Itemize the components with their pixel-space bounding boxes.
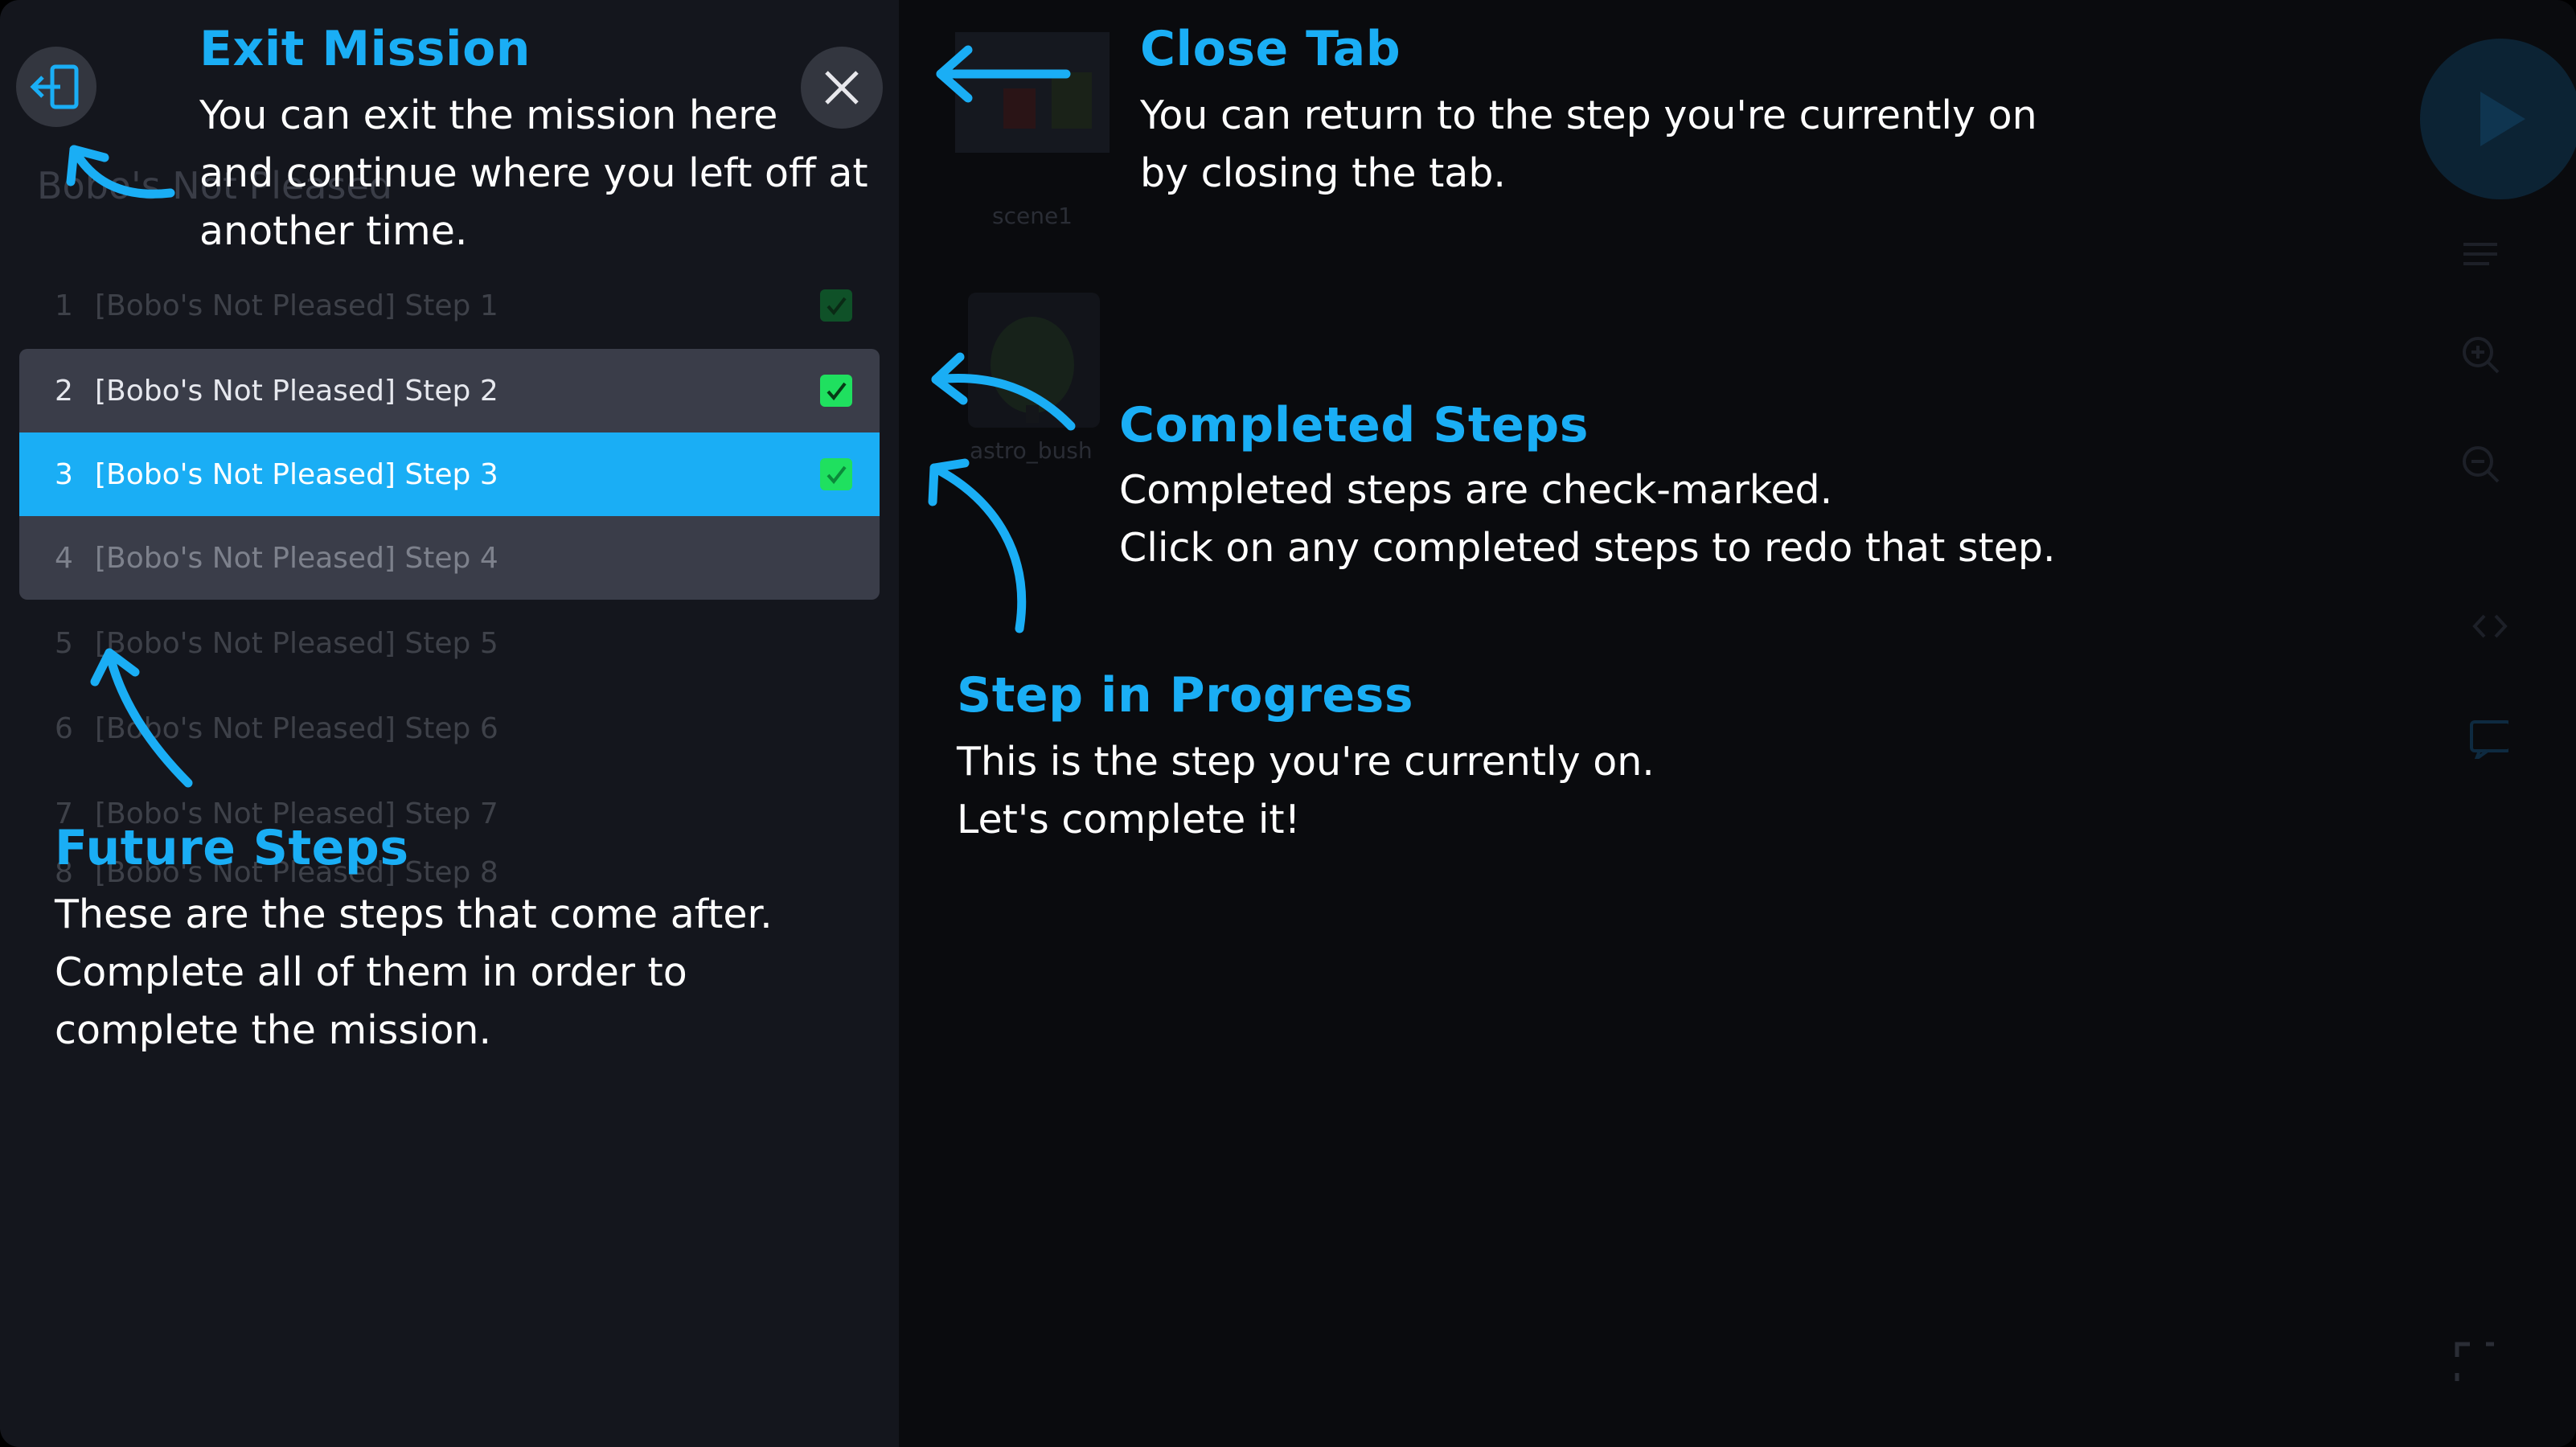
play-button[interactable] bbox=[2420, 39, 2576, 199]
step-in-progress-heading: Step in Progress bbox=[957, 667, 1414, 724]
step-label: [Bobo's Not Pleased] Step 5 bbox=[95, 626, 498, 660]
fullscreen-icon[interactable] bbox=[2454, 1341, 2494, 1381]
text-line: This is the step you're currently on. bbox=[957, 739, 1655, 785]
checkmark-icon bbox=[820, 289, 852, 322]
step-item-3[interactable]: 3 [Bobo's Not Pleased] Step 3 bbox=[19, 432, 880, 516]
progress-arrow bbox=[929, 463, 1027, 633]
close-tab-text: You can return to the step you're curren… bbox=[1140, 87, 2037, 203]
menu-lines-icon[interactable] bbox=[2460, 233, 2500, 273]
step-label: [Bobo's Not Pleased] Step 4 bbox=[95, 541, 498, 575]
step-number: 1 bbox=[55, 289, 73, 322]
step-item-1[interactable]: 1 [Bobo's Not Pleased] Step 1 bbox=[19, 264, 880, 347]
step-number: 6 bbox=[55, 711, 73, 745]
exit-mission-text: You can exit the mission here and contin… bbox=[199, 87, 868, 260]
checkmark-icon bbox=[820, 375, 852, 407]
text-line: Let's complete it! bbox=[957, 797, 1301, 842]
checkmark-icon bbox=[820, 458, 852, 490]
text-line: and continue where you left off at bbox=[199, 150, 868, 196]
step-number: 2 bbox=[55, 374, 73, 408]
text-line: Completed steps are check-marked. bbox=[1119, 467, 1833, 513]
scene-thumbnail-label: scene1 bbox=[992, 203, 1073, 229]
step-item-2[interactable]: 2 [Bobo's Not Pleased] Step 2 bbox=[19, 349, 880, 432]
future-steps-text: These are the steps that come after. Com… bbox=[55, 886, 773, 1060]
step-item-5[interactable]: 5 [Bobo's Not Pleased] Step 5 bbox=[19, 601, 880, 685]
step-label: [Bobo's Not Pleased] Step 2 bbox=[95, 374, 498, 408]
exit-mission-heading: Exit Mission bbox=[199, 21, 531, 77]
bush-image bbox=[991, 317, 1074, 423]
text-line: Complete all of them in order to bbox=[55, 949, 687, 995]
close-tab-heading: Close Tab bbox=[1140, 21, 1401, 77]
step-number: 3 bbox=[55, 457, 73, 491]
text-line: by closing the tab. bbox=[1140, 150, 1506, 196]
asset-thumbnail-label: astro_bush bbox=[970, 437, 1093, 464]
completed-steps-text: Completed steps are check-marked. Click … bbox=[1119, 461, 2056, 577]
step-item-6[interactable]: 6 [Bobo's Not Pleased] Step 6 bbox=[19, 687, 880, 770]
step-in-progress-text: This is the step you're currently on. Le… bbox=[957, 733, 1655, 849]
code-icon[interactable] bbox=[2470, 606, 2510, 646]
text-line: You can exit the mission here bbox=[199, 92, 778, 138]
chat-icon[interactable] bbox=[2468, 719, 2508, 759]
text-line: another time. bbox=[199, 208, 468, 254]
text-line: Click on any completed steps to redo tha… bbox=[1119, 525, 2056, 571]
asset-thumbnail[interactable] bbox=[968, 293, 1100, 428]
scene-thumbnail[interactable] bbox=[955, 32, 1110, 153]
completed-steps-heading: Completed Steps bbox=[1119, 397, 1589, 453]
step-number: 5 bbox=[55, 626, 73, 660]
step-label: [Bobo's Not Pleased] Step 3 bbox=[95, 457, 498, 491]
play-icon bbox=[2480, 92, 2525, 146]
scene-preview-image bbox=[955, 32, 1110, 153]
step-item-4[interactable]: 4 [Bobo's Not Pleased] Step 4 bbox=[19, 516, 880, 600]
screen: scene1 astro_bush Bobo's Not Pleased 1 [… bbox=[0, 0, 2576, 1447]
step-number: 4 bbox=[55, 541, 73, 575]
exit-mission-button[interactable] bbox=[16, 47, 96, 127]
exit-door-icon bbox=[30, 64, 79, 109]
zoom-out-icon[interactable] bbox=[2460, 444, 2500, 484]
zoom-in-icon[interactable] bbox=[2460, 334, 2500, 375]
text-line: These are the steps that come after. bbox=[55, 892, 773, 937]
future-steps-heading: Future Steps bbox=[55, 820, 409, 876]
text-line: You can return to the step you're curren… bbox=[1140, 92, 2037, 138]
text-line: complete the mission. bbox=[55, 1007, 492, 1053]
step-label: [Bobo's Not Pleased] Step 1 bbox=[95, 289, 498, 322]
step-label: [Bobo's Not Pleased] Step 6 bbox=[95, 711, 498, 745]
